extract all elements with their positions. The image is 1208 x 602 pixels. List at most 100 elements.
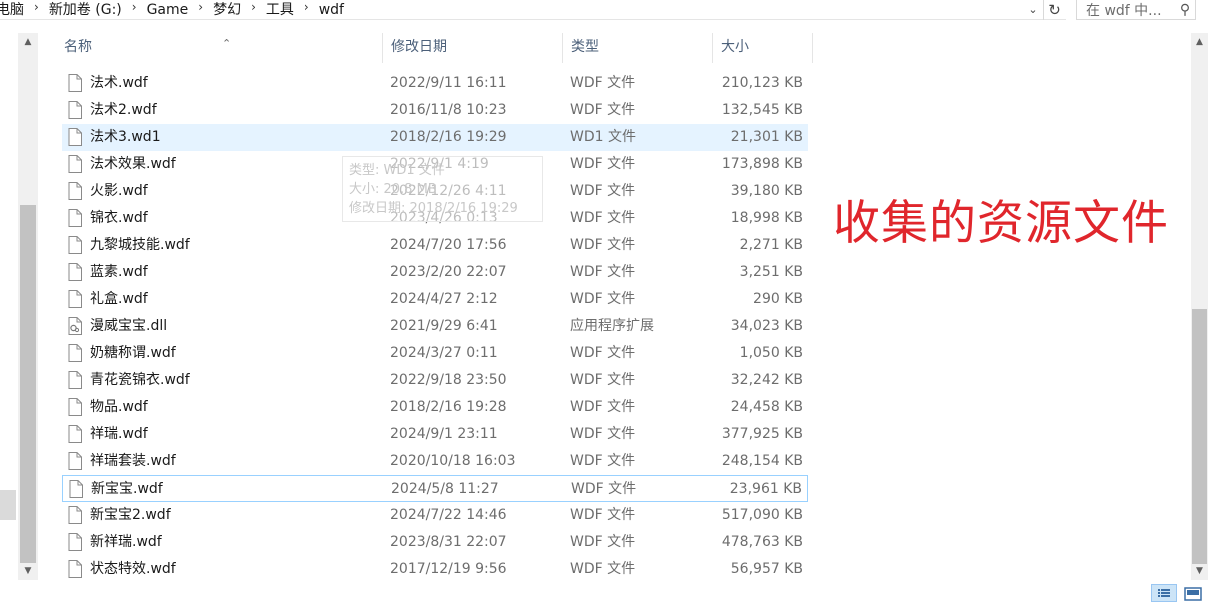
large-icons-view-button[interactable] [1181,584,1207,602]
file-row[interactable]: 新宝宝.wdf 2024/5/8 11:27 WDF 文件 23,961 KB [62,475,808,502]
file-row[interactable]: 新祥瑞.wdf 2023/8/31 22:07 WDF 文件 478,763 KB [62,529,808,556]
file-row[interactable]: 法术3.wd1 2018/2/16 19:29 WD1 文件 21,301 KB [62,124,808,151]
file-size: 210,123 KB [721,75,803,91]
file-size: 478,763 KB [721,534,803,550]
file-name: 新祥瑞.wdf [90,534,162,550]
breadcrumb-item[interactable]: 工具 [260,0,300,20]
file-type: WDF 文件 [570,561,636,577]
chevron-right-icon[interactable]: › [194,0,207,20]
chevron-right-icon[interactable]: › [30,0,43,20]
chevron-right-icon[interactable]: › [300,0,313,20]
sort-ascending-icon: ⌃ [222,37,232,50]
scrollbar-thumb[interactable] [1192,309,1207,564]
search-box[interactable]: 在 wdf 中... ⚲ [1076,0,1196,20]
file-name: 法术3.wd1 [90,129,161,145]
file-date: 2022/9/11 16:11 [390,75,507,91]
file-name: 祥瑞.wdf [90,426,148,442]
file-name: 法术效果.wdf [90,156,176,172]
file-row[interactable]: 礼盒.wdf 2024/4/27 2:12 WDF 文件 290 KB [62,286,808,313]
breadcrumb-item[interactable]: 梦幻 [207,0,247,20]
column-size[interactable]: 大小 [713,33,813,63]
scrollbar-thumb[interactable] [20,205,36,563]
details-view-button[interactable] [1151,584,1177,602]
file-name: 九黎城技能.wdf [90,237,190,253]
file-type: WDF 文件 [570,237,636,253]
scroll-up-icon[interactable]: ▲ [18,33,38,51]
file-type: WDF 文件 [570,156,636,172]
file-icon [68,425,82,443]
scroll-down-icon[interactable]: ▼ [18,562,38,580]
details-view-icon [1158,589,1170,597]
chevron-down-icon[interactable]: ⌄ [1024,2,1042,18]
scroll-down-icon[interactable]: ▼ [1191,562,1208,580]
file-row[interactable]: 锦衣.wdf 2023/4/26 0:13 WDF 文件 18,998 KB [62,205,808,232]
file-size: 173,898 KB [721,156,803,172]
breadcrumb-item[interactable]: wdf [313,0,350,20]
file-icon [68,155,82,173]
file-size: 21,301 KB [730,129,803,145]
column-name[interactable]: 名称 ⌃ [56,33,383,63]
file-row[interactable]: 祥瑞套装.wdf 2020/10/18 16:03 WDF 文件 248,154 KB [62,448,808,475]
file-row[interactable]: 物品.wdf 2018/2/16 19:28 WDF 文件 24,458 KB [62,394,808,421]
column-date[interactable]: 修改日期 [383,33,563,63]
file-name: 蓝素.wdf [90,264,148,280]
column-date-label: 修改日期 [391,39,447,55]
file-icon [68,128,82,146]
file-date: 2016/11/8 10:23 [390,102,507,118]
file-row[interactable]: 状态特效.wdf 2017/12/19 9:56 WDF 文件 56,957 KB [62,556,808,583]
column-type-label: 类型 [571,39,599,55]
breadcrumb-label: 梦幻 [213,1,242,18]
search-input[interactable]: 在 wdf 中... [1077,0,1175,20]
file-date: 2020/10/18 16:03 [390,453,516,469]
file-icon [68,371,82,389]
file-row[interactable]: 新宝宝2.wdf 2024/7/22 14:46 WDF 文件 517,090 KB [62,502,808,529]
address-bar[interactable]: 电脑 › 新加卷 (G:) › Game › 梦幻 › 工具 › wdf [0,0,1066,20]
file-type: WDF 文件 [570,372,636,388]
file-row[interactable]: 法术.wdf 2022/9/11 16:11 WDF 文件 210,123 KB [62,70,808,97]
file-row[interactable]: 祥瑞.wdf 2024/9/1 23:11 WDF 文件 377,925 KB [62,421,808,448]
chevron-right-icon[interactable]: › [247,0,260,20]
file-date: 2023/8/31 22:07 [390,534,507,550]
file-size: 18,998 KB [730,210,803,226]
file-row[interactable]: 九黎城技能.wdf 2024/7/20 17:56 WDF 文件 2,271 KB [62,232,808,259]
column-size-label: 大小 [721,39,749,55]
file-name: 漫威宝宝.dll [90,318,168,334]
file-date: 2023/2/20 22:07 [390,264,507,280]
column-type[interactable]: 类型 [563,33,713,63]
right-scrollbar[interactable]: ▲ ▼ [1191,33,1208,580]
file-type: WDF 文件 [570,453,636,469]
file-type: WDF 文件 [570,102,636,118]
file-icon [68,263,82,281]
file-date: 2024/4/27 2:12 [390,291,498,307]
file-icon [68,236,82,254]
file-type: WD1 文件 [570,129,636,145]
breadcrumb-item[interactable]: 新加卷 (G:) [43,0,128,20]
file-icon [68,533,82,551]
file-date: 2024/3/27 0:11 [390,345,498,361]
left-scrollbar[interactable]: ▲ ▼ [18,33,38,580]
navigation-pane-edge[interactable] [0,490,16,520]
refresh-icon[interactable]: ↻ [1043,0,1065,20]
file-row[interactable]: 蓝素.wdf 2023/2/20 22:07 WDF 文件 3,251 KB [62,259,808,286]
file-icon [68,182,82,200]
file-row[interactable]: 奶糖称谓.wdf 2024/3/27 0:11 WDF 文件 1,050 KB [62,340,808,367]
large-icons-view-icon [1184,587,1202,601]
file-date: 2017/12/19 9:56 [390,561,507,577]
file-row[interactable]: 青花瓷锦衣.wdf 2022/9/18 23:50 WDF 文件 32,242 KB [62,367,808,394]
file-name: 法术2.wdf [90,102,157,118]
chevron-right-icon[interactable]: › [128,0,141,20]
file-date: 2018/2/16 19:29 [390,129,507,145]
file-row[interactable]: 法术2.wdf 2016/11/8 10:23 WDF 文件 132,545 KB [62,97,808,124]
breadcrumb-item[interactable]: 电脑 [0,0,30,20]
file-icon [68,398,82,416]
scroll-up-icon[interactable]: ▲ [1191,33,1208,51]
file-date: 2024/7/20 17:56 [390,237,507,253]
file-row[interactable]: 法术效果.wdf 2022/9/1 4:19 WDF 文件 173,898 KB [62,151,808,178]
file-row[interactable]: 火影.wdf 2022/12/26 4:11 WDF 文件 39,180 KB [62,178,808,205]
file-name: 新宝宝.wdf [91,481,163,497]
file-icon [68,209,82,227]
file-name: 祥瑞套装.wdf [90,453,176,469]
search-icon: ⚲ [1179,1,1191,18]
file-row[interactable]: 漫威宝宝.dll 2021/9/29 6:41 应用程序扩展 34,023 KB [62,313,808,340]
breadcrumb-item[interactable]: Game [141,0,195,20]
